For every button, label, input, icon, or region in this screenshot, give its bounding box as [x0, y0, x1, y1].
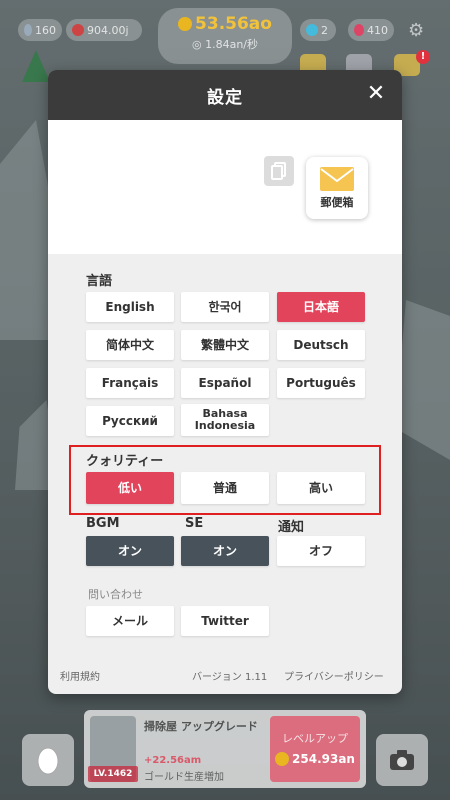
language-label: 言語 [86, 274, 113, 289]
level-up-cost: 254.93an [292, 752, 355, 766]
lang-button-english[interactable]: English [86, 292, 174, 322]
main-currency-value: 53.56ao [195, 14, 272, 34]
quality-highlight-box [69, 445, 381, 515]
dialog-footer: 利用規約 バージョン 1.11 プライバシーポリシー [48, 660, 402, 694]
bgm-toggle[interactable]: オン [86, 536, 174, 566]
lang-button-indonesian[interactable]: Bahasa Indonesia [181, 404, 269, 436]
version-text: バージョン 1.11 [192, 672, 268, 683]
heart-counter: 410 [348, 19, 394, 41]
mailbox-label: 郵便箱 [320, 196, 354, 209]
lang-button-korean[interactable]: 한국어 [181, 292, 269, 322]
gem-count: 160 [35, 23, 56, 37]
copy-icon [271, 162, 286, 180]
drop-icon [306, 24, 318, 36]
ruby-count: 904.00j [87, 23, 129, 37]
privacy-link[interactable]: プライバシーポリシー [284, 668, 384, 683]
lang-button-russian[interactable]: Русский [86, 406, 174, 436]
heart-icon [354, 24, 364, 36]
egg-icon [37, 747, 59, 775]
drop-count: 2 [321, 23, 328, 37]
account-section: 郵便箱 [48, 120, 402, 254]
contact-mail-button[interactable]: メール [86, 606, 174, 636]
notification-label: 通知 [278, 520, 305, 535]
contact-twitter-button[interactable]: Twitter [181, 606, 269, 636]
upgrade-card: LV.1462 掃除屋 アップグレード +22.56am ゴールド生産増加 レベ… [84, 710, 366, 788]
envelope-icon [320, 167, 354, 191]
lang-button-spanish[interactable]: Español [181, 368, 269, 398]
level-up-label: レベルアップ [282, 732, 348, 745]
lang-button-portuguese[interactable]: Português [277, 368, 365, 398]
ruby-counter: 904.00j [66, 19, 142, 41]
terms-link[interactable]: 利用規約 [60, 668, 100, 683]
heart-count: 410 [367, 23, 388, 37]
se-label: SE [185, 516, 204, 531]
lang-button-french[interactable]: Français [86, 368, 174, 398]
se-toggle[interactable]: オン [181, 536, 269, 566]
contact-label: 問い合わせ [88, 588, 143, 601]
gem-counter: 160 [18, 19, 62, 41]
dialog-header: 設定 ✕ [48, 70, 402, 120]
coin-icon [178, 17, 193, 31]
alert-badge: ! [416, 50, 430, 64]
drop-counter: 2 [300, 19, 336, 41]
camera-icon [390, 750, 414, 770]
egg-button[interactable] [22, 734, 74, 786]
top-hud: 160 904.00j 53.56ao ◎ 1.84an/秒 2 410 ⚙ [0, 8, 450, 64]
upgrade-description: ゴールド生産増加 [144, 772, 224, 783]
settings-dialog: 設定 ✕ 郵便箱 言語 English 한국어 日本語 简体中文 繁體中文 De… [48, 70, 402, 694]
bgm-label: BGM [86, 516, 120, 531]
copy-button[interactable] [264, 156, 294, 186]
lang-button-german[interactable]: Deutsch [277, 330, 365, 360]
notification-toggle[interactable]: オフ [277, 536, 365, 566]
upgrade-gain: +22.56am [144, 755, 202, 766]
lang-button-japanese[interactable]: 日本語 [277, 292, 365, 322]
dialog-title: 設定 [207, 87, 243, 108]
main-currency-display: 53.56ao ◎ 1.84an/秒 [158, 8, 292, 64]
upgrade-title: 掃除屋 アップグレード [144, 720, 258, 733]
close-icon[interactable]: ✕ [364, 82, 388, 106]
level-up-button[interactable]: レベルアップ 254.93an [270, 716, 360, 782]
income-rate: 1.84an/秒 [205, 38, 259, 51]
lang-button-simplified-chinese[interactable]: 简体中文 [86, 330, 174, 360]
level-badge: LV.1462 [88, 766, 138, 782]
gem-icon [24, 24, 32, 36]
rate-icon: ◎ [191, 38, 206, 51]
camera-button[interactable] [376, 734, 428, 786]
coin-icon [275, 752, 290, 766]
mailbox-button[interactable]: 郵便箱 [306, 157, 368, 219]
gear-icon[interactable]: ⚙ [408, 20, 424, 41]
ruby-icon [72, 24, 84, 36]
lang-button-traditional-chinese[interactable]: 繁體中文 [181, 330, 269, 360]
